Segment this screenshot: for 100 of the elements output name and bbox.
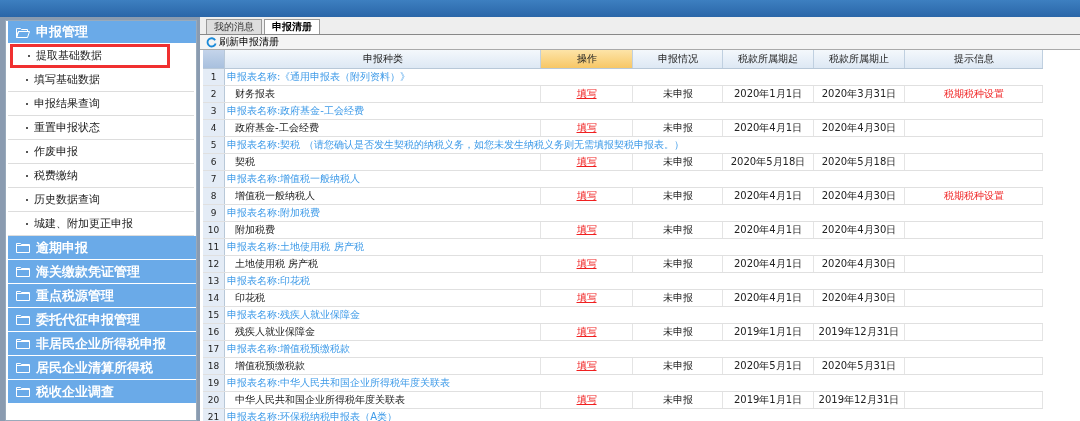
menu-section-header[interactable]: 非居民企业所得税申报 (8, 332, 196, 355)
folder-icon (16, 314, 30, 325)
table-cell: 2020年4月1日 (723, 256, 814, 272)
fill-in-link[interactable]: 填写 (576, 258, 597, 269)
menu-section-header[interactable]: 海关缴款凭证管理 (8, 260, 196, 283)
table-cell: 附加税费 (225, 222, 541, 238)
settings-link[interactable]: 税期税种设置 (943, 190, 1004, 201)
table-cell: 财务报表 (225, 86, 541, 102)
column-header[interactable]: 税款所属期止 (814, 50, 905, 68)
fill-in-link[interactable]: 填写 (576, 394, 597, 405)
table-cell: 2020年5月1日 (723, 358, 814, 374)
menu-item[interactable]: 重置申报状态 (8, 116, 194, 140)
row-number: 18 (203, 358, 225, 374)
folder-icon (16, 338, 30, 349)
refresh-icon (206, 36, 217, 48)
menu-item[interactable]: 提取基础数据 (10, 44, 170, 68)
group-title: 申报表名称:残疾人就业保障金 (226, 308, 362, 322)
table-cell: 未申报 (633, 324, 723, 340)
table-cell: 残疾人就业保障金 (225, 324, 541, 340)
table-cell: 未申报 (633, 86, 723, 102)
menu-section-header[interactable]: 申报管理 (8, 21, 196, 43)
row-number: 10 (203, 222, 225, 238)
table-cell: 2020年1月1日 (723, 86, 814, 102)
table-cell: 2020年4月1日 (723, 290, 814, 306)
table-cell: 2019年12月31日 (814, 392, 905, 408)
fill-in-link[interactable]: 填写 (576, 326, 597, 337)
fill-in-link[interactable]: 填写 (576, 224, 597, 235)
table-cell: 2020年4月30日 (814, 120, 905, 136)
table-cell: 未申报 (633, 358, 723, 374)
table-cell: 2020年4月30日 (814, 256, 905, 272)
table-cell: 2020年4月30日 (814, 290, 905, 306)
folder-icon (16, 362, 30, 373)
menu-section-header[interactable]: 委托代征申报管理 (8, 308, 196, 331)
refresh-button[interactable]: 刷新申报清册 (206, 35, 279, 49)
group-title: 申报表名称:附加税费 (226, 206, 322, 220)
table-cell: 未申报 (633, 120, 723, 136)
table-cell: 2019年12月31日 (814, 324, 905, 340)
folder-icon (16, 242, 30, 253)
fill-in-link[interactable]: 填写 (576, 292, 597, 303)
table-cell: 未申报 (633, 188, 723, 204)
column-header[interactable]: 税款所属期起 (723, 50, 814, 68)
menu-item[interactable]: 税费缴纳 (8, 164, 194, 188)
row-number: 3 (203, 103, 225, 119)
menu-section-header[interactable]: 居民企业清算所得税 (8, 356, 196, 379)
group-title: 申报表名称:印花税 (226, 274, 312, 288)
menu-item[interactable]: 申报结果查询 (8, 92, 194, 116)
tab[interactable]: 我的消息 (206, 19, 262, 34)
row-number: 13 (203, 273, 225, 289)
row-number: 2 (203, 86, 225, 102)
table-cell: 2020年5月18日 (814, 154, 905, 170)
table-cell: 未申报 (633, 154, 723, 170)
table-cell: 2019年1月1日 (723, 324, 814, 340)
row-number: 15 (203, 307, 225, 323)
group-title: 申报表名称:增值税一般纳税人 (226, 172, 362, 186)
fill-in-link[interactable]: 填写 (576, 156, 597, 167)
table-cell: 2020年4月1日 (723, 120, 814, 136)
fill-in-link[interactable]: 填写 (576, 88, 597, 99)
menu-item[interactable]: 作废申报 (8, 140, 194, 164)
group-title: 申报表名称:政府基金-工会经费 (226, 104, 365, 118)
table-cell: 2020年3月31日 (814, 86, 905, 102)
table-cell: 中华人民共和国企业所得税年度关联表 (225, 392, 541, 408)
folder-icon (16, 266, 30, 277)
table-cell: 未申报 (633, 256, 723, 272)
table-cell: 土地使用税 房产税 (225, 256, 541, 272)
table-cell: 政府基金-工会经费 (225, 120, 541, 136)
menu-item[interactable]: 历史数据查询 (8, 188, 194, 212)
table-cell: 2020年4月30日 (814, 188, 905, 204)
group-title: 申报表名称:中华人民共和国企业所得税年度关联表 (226, 376, 452, 390)
fill-in-link[interactable]: 填写 (576, 190, 597, 201)
table-cell: 未申报 (633, 392, 723, 408)
group-title: 申报表名称:土地使用税 房产税 (226, 240, 365, 254)
fill-in-link[interactable]: 填写 (576, 360, 597, 371)
folder-icon (16, 386, 30, 397)
column-header[interactable]: 提示信息 (905, 50, 1043, 68)
group-title: 申报表名称:《通用申报表（附列资料）》 (226, 70, 412, 84)
table-cell: 2020年4月30日 (814, 222, 905, 238)
table-cell: 增值税预缴税款 (225, 358, 541, 374)
column-header[interactable]: 申报情况 (633, 50, 723, 68)
row-number: 12 (203, 256, 225, 272)
row-number: 21 (203, 409, 225, 421)
row-number: 9 (203, 205, 225, 221)
row-number: 6 (203, 154, 225, 170)
row-number: 7 (203, 171, 225, 187)
settings-link[interactable]: 税期税种设置 (943, 88, 1004, 99)
menu-item[interactable]: 填写基础数据 (8, 68, 194, 92)
row-number: 5 (203, 137, 225, 153)
table-cell: 2020年4月1日 (723, 188, 814, 204)
row-number: 20 (203, 392, 225, 408)
row-number: 11 (203, 239, 225, 255)
folder-icon (16, 26, 30, 38)
menu-section-header[interactable]: 重点税源管理 (8, 284, 196, 307)
row-number: 1 (203, 69, 225, 85)
table-cell: 印花税 (225, 290, 541, 306)
row-number: 14 (203, 290, 225, 306)
column-header[interactable]: 操作 (541, 50, 633, 68)
fill-in-link[interactable]: 填写 (576, 122, 597, 133)
tab[interactable]: 申报清册 (264, 19, 320, 34)
table-cell: 未申报 (633, 290, 723, 306)
menu-section-header[interactable]: 逾期申报 (8, 236, 196, 259)
menu-section-header[interactable]: 税收企业调查 (8, 380, 196, 403)
